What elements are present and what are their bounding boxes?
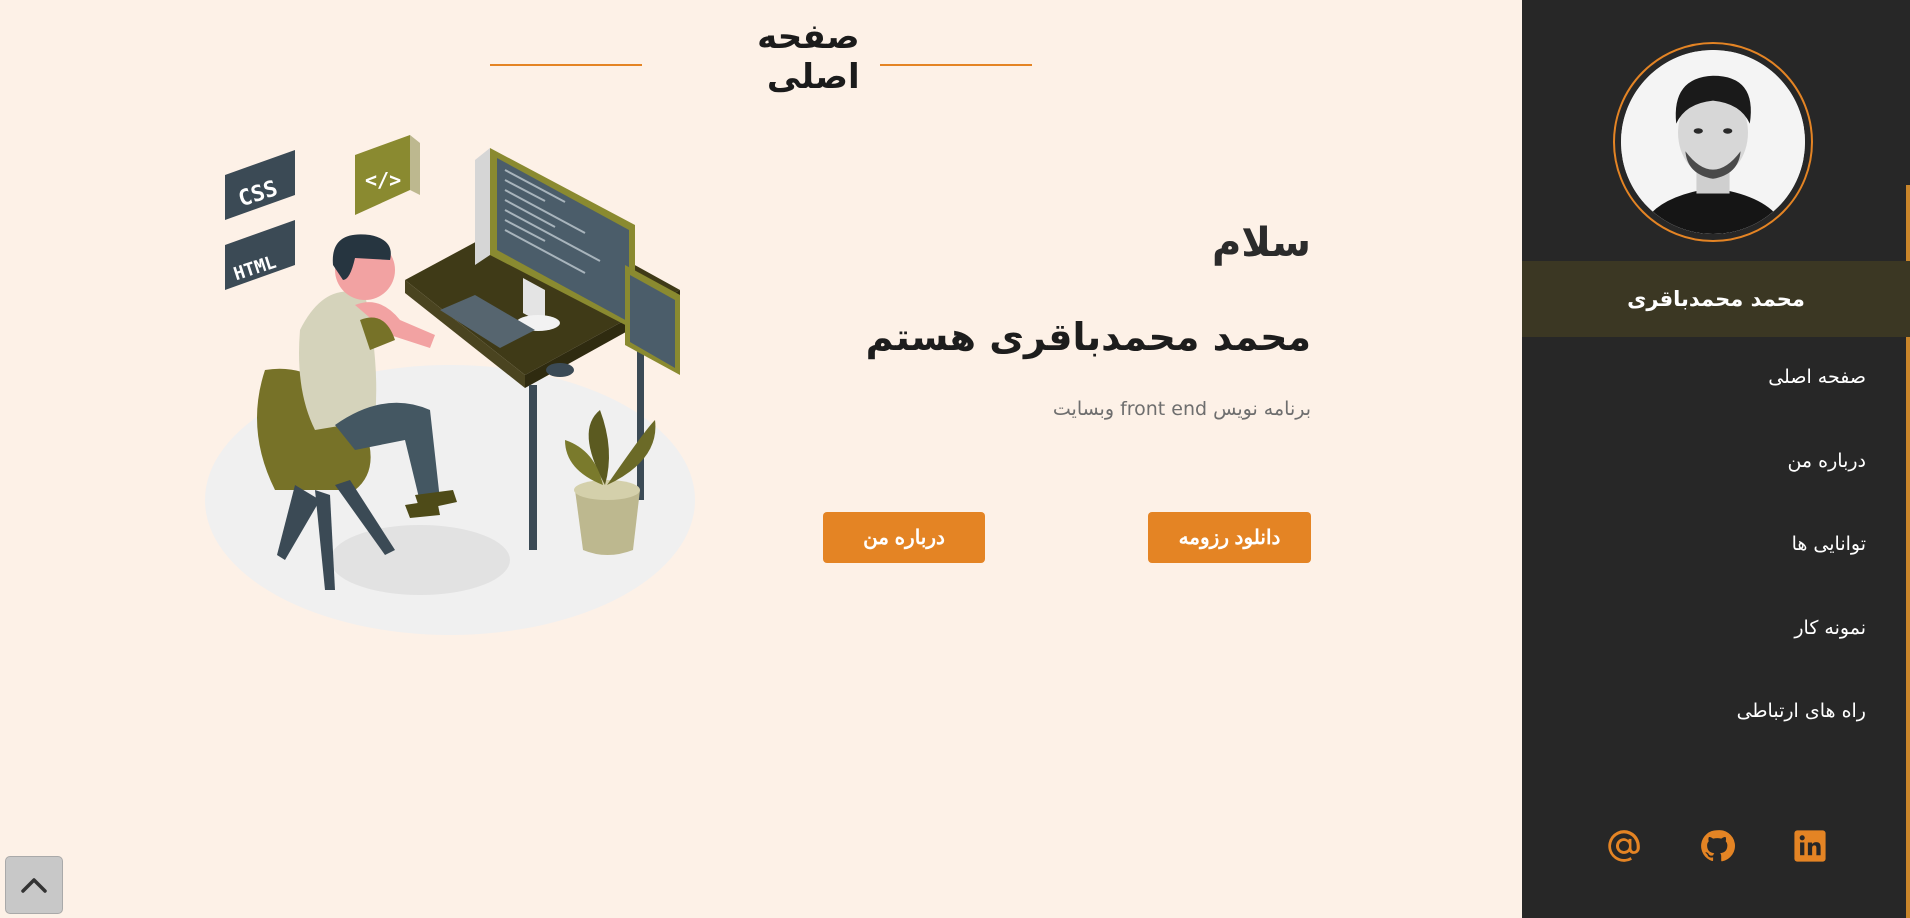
hero-section: سلام محمد محمدباقری هستم برنامه نویس fro…	[800, 220, 1311, 563]
developer-illustration: CSS HTML </>	[205, 130, 705, 640]
html-badge: HTML	[225, 220, 295, 290]
profile-photo	[1621, 50, 1805, 234]
scroll-to-top-button[interactable]	[5, 856, 63, 914]
linkedin-link[interactable]	[1790, 826, 1830, 866]
sidebar: محمد محمدباقری صفحه اصلی درباره من توانا…	[1522, 0, 1910, 918]
title-divider-right	[879, 64, 1032, 66]
nav-item-skills[interactable]: توانایی ها	[1737, 533, 1866, 617]
email-link[interactable]	[1604, 826, 1644, 866]
github-icon	[1701, 830, 1735, 862]
about-me-button[interactable]: درباره من	[823, 512, 985, 563]
avatar	[1613, 42, 1813, 242]
code-badge: </>	[355, 135, 420, 215]
download-resume-button[interactable]: دانلود رزومه	[1148, 512, 1311, 563]
github-link[interactable]	[1697, 826, 1737, 866]
profile-name: محمد محمدباقری	[1627, 287, 1805, 311]
hero-headline: محمد محمدباقری هستم	[865, 315, 1311, 359]
css-badge: CSS	[225, 150, 295, 220]
page-title: صفحه اصلی	[757, 17, 860, 97]
page-title-block: صفحه اصلی	[490, 17, 1032, 97]
nav-item-portfolio[interactable]: نمونه کار	[1737, 617, 1866, 701]
profile-name-band: محمد محمدباقری	[1522, 261, 1910, 337]
linkedin-icon	[1794, 830, 1826, 862]
hero-greeting: سلام	[1211, 220, 1311, 266]
hero-subtitle: برنامه نویس front end وبسایت	[1052, 398, 1311, 420]
nav-item-home[interactable]: صفحه اصلی	[1737, 366, 1866, 450]
sidebar-nav: صفحه اصلی درباره من توانایی ها نمونه کار…	[1737, 366, 1866, 784]
code-badge-label: </>	[365, 168, 401, 192]
email-at-icon	[1608, 830, 1640, 862]
chevron-up-icon	[21, 878, 47, 893]
title-divider-left	[490, 64, 643, 66]
nav-item-about[interactable]: درباره من	[1737, 450, 1866, 534]
nav-item-contact[interactable]: راه های ارتباطی	[1737, 700, 1866, 784]
